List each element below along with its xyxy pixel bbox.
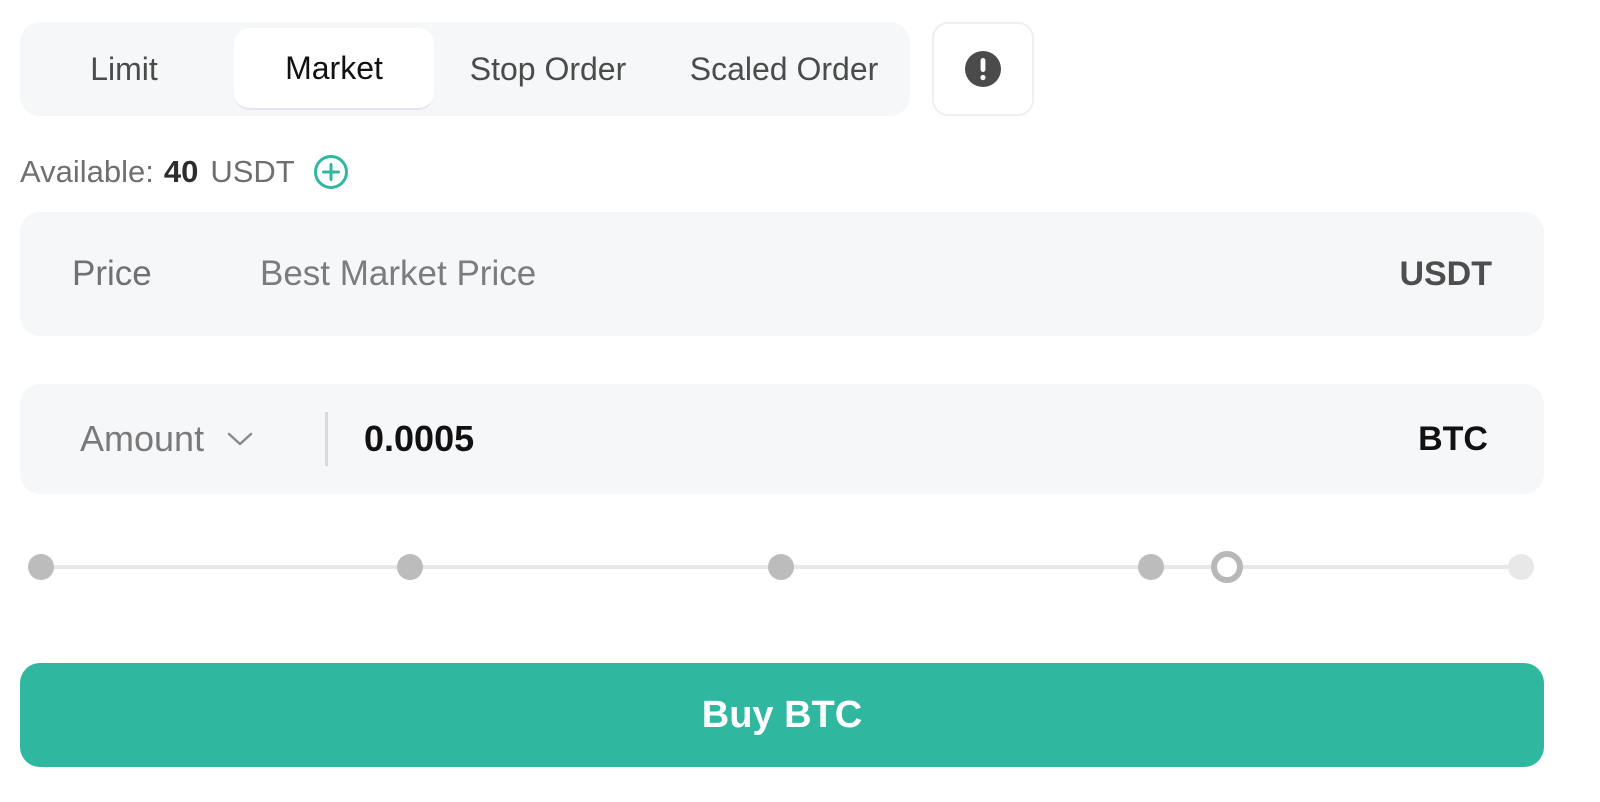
price-field: Price Best Market Price USDT	[20, 212, 1544, 336]
amount-input[interactable]: 0.0005	[364, 384, 474, 494]
plus-circle-icon	[313, 155, 348, 189]
buy-button[interactable]: Buy BTC	[20, 663, 1544, 767]
price-label: Price	[72, 254, 152, 293]
price-unit: USDT	[1399, 254, 1492, 293]
amount-field: Amount 0.0005 BTC	[20, 384, 1544, 494]
available-unit: USDT	[210, 154, 295, 189]
chevron-down-icon	[226, 431, 254, 447]
add-funds-button[interactable]	[313, 154, 349, 190]
available-value: 40	[163, 154, 199, 189]
order-info-button[interactable]	[932, 22, 1034, 116]
slider-step-100[interactable]	[1508, 554, 1534, 580]
order-type-tabs: Limit Market Stop Order Scaled Order	[20, 22, 910, 116]
slider-step-75[interactable]	[1138, 554, 1164, 580]
slider-step-25[interactable]	[397, 554, 423, 580]
slider-step-50[interactable]	[768, 554, 794, 580]
amount-percent-slider[interactable]	[20, 540, 1544, 594]
tab-stop-order[interactable]: Stop Order	[446, 28, 650, 110]
available-label: Available:	[20, 154, 154, 189]
trade-panel: Limit Market Stop Order Scaled Order Ava…	[0, 0, 1600, 802]
exclamation-circle-icon	[965, 51, 1001, 87]
price-input: Best Market Price	[260, 254, 537, 293]
tab-scaled-order[interactable]: Scaled Order	[672, 28, 896, 110]
slider-handle[interactable]	[1211, 551, 1243, 583]
slider-step-0[interactable]	[28, 554, 54, 580]
tab-limit[interactable]: Limit	[34, 28, 214, 110]
tab-market[interactable]: Market	[234, 28, 434, 110]
available-balance: Available: 40 USDT	[20, 150, 349, 194]
amount-type-selector[interactable]: Amount	[80, 384, 254, 494]
amount-unit: BTC	[1418, 419, 1488, 458]
amount-selector-label: Amount	[80, 418, 205, 459]
amount-divider	[325, 412, 328, 466]
